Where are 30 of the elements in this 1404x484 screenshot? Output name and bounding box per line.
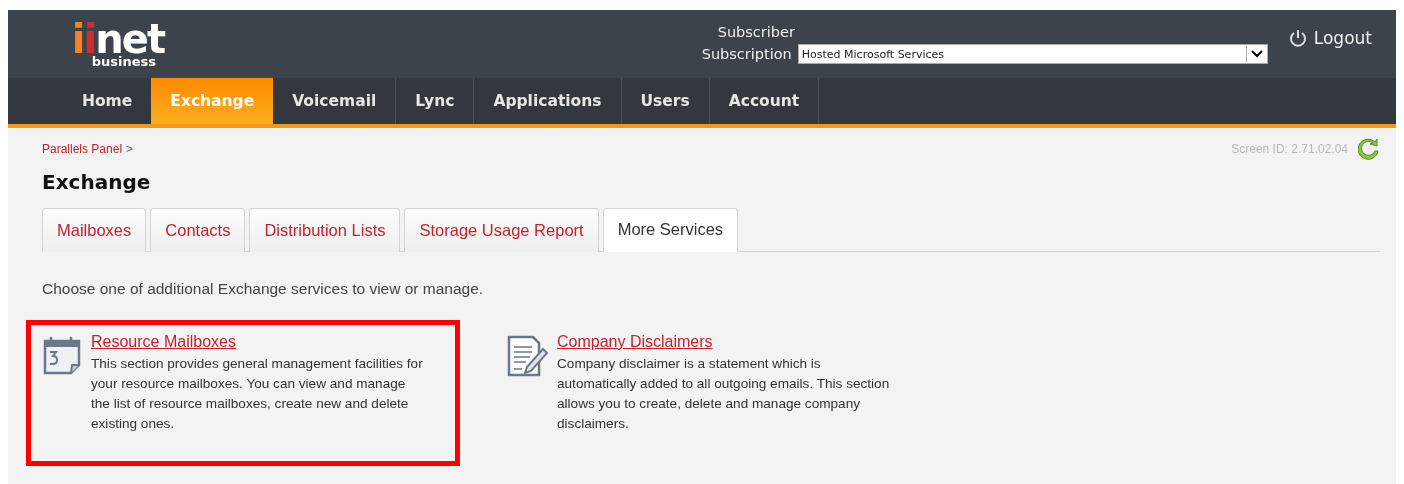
subscriber-label: Subscriber (717, 24, 795, 40)
nav-tab[interactable]: Users (621, 78, 710, 124)
logout-button[interactable]: Logout (1287, 28, 1372, 48)
service-link[interactable]: Company Disclaimers (557, 333, 713, 351)
refresh-icon[interactable] (1358, 138, 1380, 160)
page-title: Exchange (42, 170, 152, 194)
service-description: Company disclaimer is a statement which is automatically added to all outgoing emails. This section allows you to create, delete and manage company disclaimers. (557, 355, 891, 433)
nav-tab[interactable]: Voicemail (273, 78, 397, 124)
nav-tab[interactable]: Applications (474, 78, 622, 124)
nav-tab[interactable]: Lync (396, 78, 475, 124)
tab[interactable]: Storage Usage Report (404, 208, 599, 252)
power-icon (1287, 28, 1308, 48)
subscription-dropdown[interactable]: Hosted Microsoft Services (797, 44, 1268, 64)
logo-wordmark: iinet (71, 20, 164, 57)
service-description: This section provides general management facilities for your resource mailboxes. You can view and manage the list of resource mailboxes, create new and delete existing ones. (91, 355, 424, 433)
nav-tab[interactable]: Home (63, 78, 152, 124)
subscription-label: Subscription (701, 46, 792, 62)
breadcrumb-separator: > (126, 142, 134, 156)
tab[interactable]: Distribution Lists (249, 208, 401, 252)
chevron-down-icon (1250, 50, 1263, 58)
logo-subtitle: business (91, 54, 156, 68)
tab[interactable]: Mailboxes (42, 208, 147, 252)
document-edit-icon (505, 333, 551, 379)
breadcrumb-link[interactable]: Parallels Panel (42, 142, 123, 156)
service-link[interactable]: Resource Mailboxes (91, 333, 236, 351)
nav-tab[interactable]: Account (709, 78, 820, 124)
intro-text: Choose one of additional Exchange services to view or manage. (42, 280, 485, 298)
screen-id-text: Screen ID: 2.71.02.04 (1231, 142, 1348, 156)
tab[interactable]: Contacts (150, 208, 246, 252)
tab[interactable]: More Services (602, 208, 739, 252)
